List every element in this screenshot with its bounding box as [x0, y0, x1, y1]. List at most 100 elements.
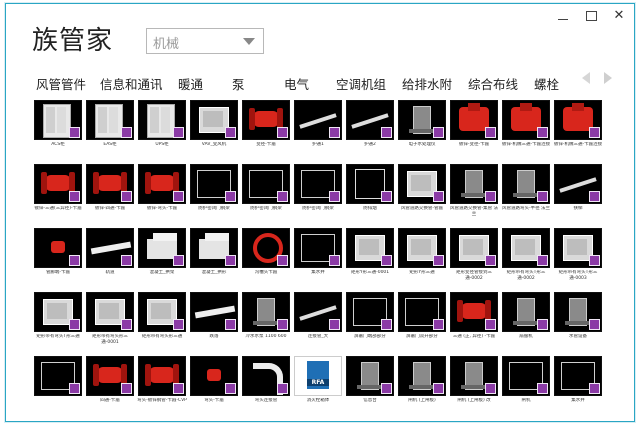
family-item[interactable]: EAS柜 — [86, 100, 134, 155]
family-item[interactable]: 信息台 — [346, 356, 394, 411]
tab-item[interactable]: 信息和通讯 — [100, 74, 163, 93]
family-item[interactable] — [34, 356, 82, 411]
family-item[interactable]: 屏蔽门双开部分 — [398, 292, 446, 347]
family-thumbnail — [34, 356, 82, 396]
family-item-label: 矩形带有弯头形三通-0001 — [92, 334, 128, 345]
family-item[interactable]: 矩形带有弯头T形三通 — [34, 292, 82, 347]
family-thumbnail — [138, 164, 186, 204]
family-badge-icon — [225, 255, 236, 266]
tab-item[interactable]: 暖通 — [178, 74, 203, 93]
family-item[interactable]: 弯头-卡箍 — [190, 356, 238, 411]
next-tab-icon[interactable] — [604, 72, 612, 84]
family-item[interactable]: 矩形带有弯头T形三通-0002 — [502, 228, 550, 283]
tab-item[interactable]: 泵 — [232, 74, 245, 93]
family-item[interactable]: 风管道路弯头-半径 法兰 — [502, 164, 550, 219]
family-item[interactable]: 矩形带有弯头T形三通-0003 — [554, 228, 602, 283]
family-item-label: 护通1 — [312, 142, 324, 147]
family-item[interactable]: 矩形带有弯头形三通 — [138, 292, 186, 347]
family-item[interactable]: 镀锌-弯头-卡箍 — [138, 164, 186, 219]
family-item[interactable]: 四通-卡箍 — [86, 356, 134, 411]
family-item[interactable]: 弯头-镀锌钢管-卡箍-CVP — [137, 356, 187, 411]
tab-item[interactable]: 综合布线 — [468, 74, 518, 93]
family-item[interactable]: 水管设备 — [554, 292, 602, 347]
family-item[interactable]: 跌落 — [190, 292, 238, 347]
close-button[interactable]: ✕ — [612, 8, 626, 22]
family-item[interactable]: VAV_变风机 — [190, 100, 238, 155]
family-item[interactable]: 管廊端-卡箍 — [34, 228, 82, 283]
family-item[interactable]: 镀锌-机械三通-卡箍连接 — [502, 100, 550, 155]
family-thumbnail — [34, 228, 82, 268]
family-item[interactable]: ACS柜 — [34, 100, 82, 155]
family-item[interactable]: 三通 (正, 异径) -卡箍 — [450, 292, 498, 347]
family-item[interactable]: 镀锌-四通-卡箍 — [86, 164, 134, 219]
family-item[interactable]: UPS柜 — [138, 100, 186, 155]
family-item[interactable]: 扇服机 — [502, 292, 550, 347]
family-item[interactable]: 防护密闭门钢梁 — [242, 164, 290, 219]
family-item[interactable]: 风管道路交换管-管箍 — [398, 164, 446, 219]
family-item[interactable]: 闸机 (上闸板) — [398, 356, 446, 411]
family-item-label: 四通-卡箍 — [100, 398, 120, 403]
family-item[interactable]: 屏蔽门端部部分 — [346, 292, 394, 347]
family-item-label: 弯头-镀锌钢管-卡箍-CVP — [137, 398, 187, 403]
family-item[interactable]: 连接管_大 — [294, 292, 342, 347]
family-badge-icon — [381, 255, 392, 266]
family-item[interactable]: 护通2 — [346, 100, 394, 155]
family-item[interactable]: 风管道路交换管-集管 法兰 — [450, 164, 498, 219]
family-item-label: 屏蔽门双开部分 — [406, 334, 438, 339]
family-item[interactable]: 闸机 — [502, 356, 550, 411]
tab-item[interactable]: 螺栓 — [534, 74, 559, 93]
family-item[interactable]: 集水井 — [294, 228, 342, 283]
family-item-label: 扶梯 — [573, 206, 583, 211]
family-item[interactable]: 矩形Y形三通-0001 — [346, 228, 394, 283]
family-item[interactable]: 扶梯 — [554, 164, 602, 219]
family-item-label: 镀锌-机械三通-卡箍连接 — [553, 142, 603, 147]
family-item[interactable]: 冷水水泵 1100 600 — [242, 292, 290, 347]
tab-item[interactable]: 给排水附 — [402, 74, 452, 93]
family-item-label: 管廊端-卡箍 — [45, 270, 71, 275]
maximize-button[interactable] — [584, 8, 598, 22]
family-thumbnail — [138, 228, 186, 268]
family-item[interactable]: 镀锌-三通(三异径)-卡箍 — [34, 164, 82, 219]
family-badge-icon — [69, 127, 80, 138]
family-item[interactable]: RFA 消火栓箱体 — [294, 356, 342, 411]
family-item[interactable]: 镀锌-变径-卡箍 — [450, 100, 498, 155]
family-item-label: 镀锌-弯头-卡箍 — [146, 206, 178, 211]
family-item[interactable]: 沟槽头卡箍 — [242, 228, 290, 283]
family-badge-icon — [537, 255, 548, 266]
family-thumbnail — [398, 164, 446, 204]
family-item-label: 矩形Y形三通 — [409, 270, 435, 275]
family-badge-icon — [589, 319, 600, 330]
family-item[interactable]: 防排烟 — [346, 164, 394, 219]
family-item[interactable]: 变径-卡箍 — [242, 100, 290, 155]
family-item[interactable]: 矩形Y形三通 — [398, 228, 446, 283]
family-item[interactable]: 电子水处理仪 — [398, 100, 446, 155]
family-thumbnail — [242, 292, 290, 332]
family-item[interactable]: 弯头连接管 — [242, 356, 290, 411]
family-item[interactable]: 矩形带有弯头形三通-0001 — [86, 292, 134, 347]
tab-item[interactable]: 空调机组 — [336, 74, 386, 93]
family-item[interactable]: 闸机 (上闸板) 改 — [450, 356, 498, 411]
family-item-label: EAS柜 — [103, 142, 117, 147]
minimize-button[interactable] — [556, 8, 570, 22]
family-thumbnail — [86, 100, 134, 140]
family-item-label: 信息台 — [363, 398, 377, 403]
family-item[interactable]: 防护密闭门钢梁 — [190, 164, 238, 219]
family-badge-icon — [589, 127, 600, 138]
category-dropdown[interactable]: 机械 — [146, 28, 264, 54]
tab-item[interactable]: 电气 — [284, 74, 309, 93]
family-item[interactable]: 轨道 — [86, 228, 134, 283]
family-badge-icon — [433, 191, 444, 202]
previous-tab-icon[interactable] — [582, 72, 590, 84]
family-item[interactable]: 集水井 — [554, 356, 602, 411]
tab-item[interactable]: 风管管件 — [36, 74, 86, 93]
family-item[interactable]: 镀锌-机械三通-卡箍连接 — [554, 100, 602, 155]
family-thumbnail — [554, 228, 602, 268]
family-item[interactable]: 护通1 — [294, 100, 342, 155]
family-item[interactable]: 矩形变径管接到三通-0002 — [450, 228, 498, 283]
family-item[interactable]: 防护密闭门钢梁 — [294, 164, 342, 219]
family-item[interactable]: 混凝土_拱形 — [190, 228, 238, 283]
rfa-file-icon: RFA — [307, 361, 329, 389]
family-badge-icon — [225, 383, 236, 394]
family-thumbnail — [294, 100, 342, 140]
family-item[interactable]: 混凝土_拱架 — [138, 228, 186, 283]
